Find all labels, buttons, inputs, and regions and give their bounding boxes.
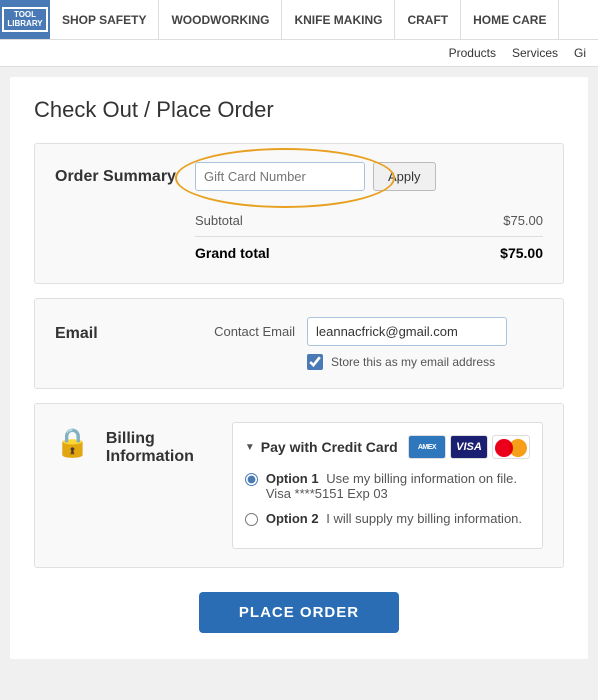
subtotal-label: Subtotal	[195, 213, 243, 228]
grand-total-value: $75.00	[500, 245, 543, 261]
order-summary-label: Order Summary	[55, 162, 195, 186]
order-summary-layout: Order Summary Apply Subtotal $75.00 Gran…	[55, 162, 543, 265]
billing-option-1: Option 1 Use my billing information on f…	[245, 471, 530, 501]
subtotal-row: Subtotal $75.00	[195, 209, 543, 232]
email-input[interactable]	[307, 317, 507, 346]
nav-items: SHOP SAFETY WOODWORKING KNIFE MAKING CRA…	[50, 0, 559, 39]
amex-card-icon: AMEX	[408, 435, 446, 459]
email-right: Contact Email Store this as my email add…	[195, 317, 543, 370]
main-content: Check Out / Place Order Order Summary Ap…	[10, 77, 588, 659]
nav-item-shop-safety[interactable]: SHOP SAFETY	[50, 0, 159, 39]
email-contact-row: Contact Email	[195, 317, 543, 346]
nav-item-craft[interactable]: CRAFT	[395, 0, 461, 39]
store-email-label: Store this as my email address	[331, 355, 495, 369]
apply-gift-card-button[interactable]: Apply	[373, 162, 436, 191]
secondary-nav-services[interactable]: Services	[512, 46, 558, 60]
billing-option-2: Option 2 I will supply my billing inform…	[245, 511, 530, 526]
place-order-row: PLACE ORDER	[34, 582, 564, 639]
email-section-layout: Email Contact Email Store this as my ema…	[55, 317, 543, 370]
secondary-nav-gi[interactable]: Gi	[574, 46, 586, 60]
billing-option-2-radio[interactable]	[245, 513, 258, 526]
lock-icon: 🔒	[55, 426, 90, 459]
store-email-row: Store this as my email address	[307, 354, 543, 370]
billing-layout: 🔒 Billing Information ▼ Pay with Credit …	[55, 422, 543, 549]
card-icons: AMEX VISA	[408, 435, 530, 459]
top-navigation: TOOL LIBRARY SHOP SAFETY WOODWORKING KNI…	[0, 0, 598, 40]
email-section-label: Email	[55, 317, 195, 343]
secondary-navigation: Products Services Gi	[0, 40, 598, 67]
option-2-text: I will supply my billing information.	[326, 511, 522, 526]
store-email-checkbox[interactable]	[307, 354, 323, 370]
order-totals: Subtotal $75.00 Grand total $75.00	[195, 209, 543, 265]
logo-text: TOOL LIBRARY	[2, 7, 47, 33]
option-1-label: Option 1	[266, 471, 319, 486]
order-summary-section: Order Summary Apply Subtotal $75.00 Gran…	[34, 143, 564, 284]
grand-total-row: Grand total $75.00	[195, 236, 543, 265]
grand-total-label: Grand total	[195, 245, 270, 261]
mastercard-icon	[492, 435, 530, 459]
billing-label: Billing Information	[106, 422, 216, 466]
credit-card-header: ▼ Pay with Credit Card AMEX VISA	[245, 435, 530, 459]
credit-card-title: ▼ Pay with Credit Card	[245, 439, 398, 455]
billing-section: 🔒 Billing Information ▼ Pay with Credit …	[34, 403, 564, 568]
chevron-down-icon: ▼	[245, 442, 255, 453]
gift-card-wrapper: Apply	[195, 162, 436, 191]
billing-option-1-radio[interactable]	[245, 473, 258, 486]
nav-item-woodworking[interactable]: WOODWORKING	[159, 0, 282, 39]
email-section: Email Contact Email Store this as my ema…	[34, 298, 564, 389]
option-2-label: Option 2	[266, 511, 319, 526]
contact-email-label: Contact Email	[195, 324, 295, 339]
billing-right: ▼ Pay with Credit Card AMEX VISA	[232, 422, 543, 549]
gift-card-input[interactable]	[195, 162, 365, 191]
nav-item-knife-making[interactable]: KNIFE MAKING	[282, 0, 395, 39]
page-title: Check Out / Place Order	[34, 97, 564, 123]
logo: TOOL LIBRARY	[0, 0, 50, 39]
subtotal-value: $75.00	[503, 213, 543, 228]
visa-card-icon: VISA	[450, 435, 488, 459]
place-order-button[interactable]: PLACE ORDER	[199, 592, 399, 633]
order-summary-right: Apply Subtotal $75.00 Grand total $75.00	[195, 162, 543, 265]
secondary-nav-products[interactable]: Products	[449, 46, 496, 60]
nav-item-home-care[interactable]: HOME CARE	[461, 0, 559, 39]
